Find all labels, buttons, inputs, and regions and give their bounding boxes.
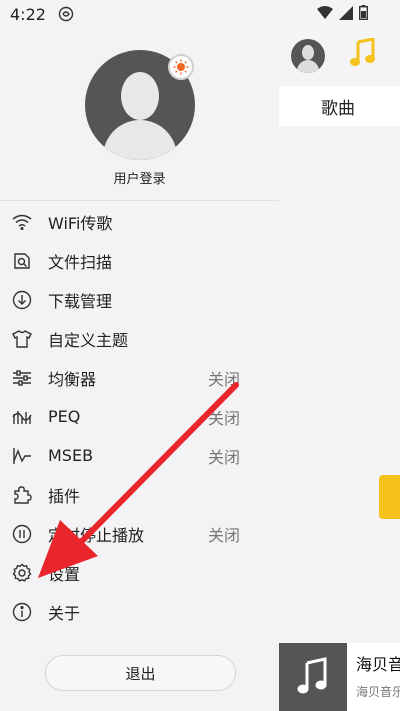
equalizer-status: 关闭 — [208, 369, 241, 389]
mini-player[interactable]: 海贝音 海贝音乐 — [279, 643, 400, 711]
status-indicators — [317, 5, 368, 20]
wifi-icon — [12, 212, 32, 232]
tshirt-icon — [12, 329, 32, 349]
menu-label: 关于 — [48, 603, 81, 623]
player-subtitle: 海贝音乐 — [356, 685, 400, 699]
tab-songs[interactable]: 歌曲 — [321, 94, 355, 119]
menu-item-download-manager[interactable]: 下载管理 — [0, 280, 279, 319]
menu-item-about[interactable]: 关于 — [0, 592, 279, 631]
header-avatar[interactable] — [291, 39, 325, 73]
file-scan-icon — [12, 251, 32, 271]
puzzle-icon — [12, 485, 32, 505]
menu-label: 定时停止播放 — [48, 525, 145, 545]
menu-label: 插件 — [48, 486, 81, 506]
sun-icon[interactable] — [168, 54, 194, 80]
side-handle[interactable] — [379, 475, 400, 519]
menu-label: PEQ — [48, 407, 81, 426]
login-label[interactable]: 用户登录 — [0, 168, 279, 187]
menu-item-wifi-transfer[interactable]: WiFi传歌 — [0, 202, 279, 241]
battery-icon — [359, 5, 368, 20]
main-content: 歌曲 海贝音 海贝音乐 — [279, 0, 400, 711]
wifi-signal-icon — [317, 5, 333, 19]
status-time: 4:22 — [10, 5, 46, 24]
music-note-icon — [297, 657, 327, 694]
menu-item-equalizer[interactable]: 均衡器 关闭 — [0, 358, 279, 397]
sleep-timer-status: 关闭 — [208, 525, 241, 545]
menu-item-peq[interactable]: PEQ 关闭 — [0, 397, 279, 436]
cell-signal-icon — [339, 5, 353, 20]
menu-item-settings[interactable]: 设置 — [0, 553, 279, 592]
peq-status: 关闭 — [208, 408, 241, 428]
peq-icon — [12, 407, 32, 427]
menu-label: 均衡器 — [48, 369, 97, 389]
menu-label: MSEB — [48, 446, 94, 465]
gear-icon — [12, 563, 32, 583]
logout-button[interactable]: 退出 — [45, 655, 236, 691]
navigation-drawer: 用户登录 WiFi传歌 文件扫描 下载管理 自定义主题 均衡器 关闭 PEQ 关… — [0, 0, 279, 711]
user-avatar[interactable] — [85, 50, 195, 160]
menu-item-sleep-timer[interactable]: 定时停止播放 关闭 — [0, 514, 279, 553]
mseb-status: 关闭 — [208, 447, 241, 467]
info-icon — [12, 602, 32, 622]
tab-bar: 歌曲 — [279, 86, 400, 126]
equalizer-icon — [12, 368, 32, 388]
menu-item-mseb[interactable]: MSEB 关闭 — [0, 436, 279, 475]
drawer-menu: WiFi传歌 文件扫描 下载管理 自定义主题 均衡器 关闭 PEQ 关闭 MSE… — [0, 202, 279, 631]
player-title: 海贝音 — [356, 655, 400, 674]
album-art[interactable] — [279, 643, 347, 711]
main-header — [279, 28, 400, 86]
menu-item-file-scan[interactable]: 文件扫描 — [0, 241, 279, 280]
divider — [0, 200, 279, 201]
timer-icon — [12, 524, 32, 544]
menu-label: WiFi传歌 — [48, 213, 113, 233]
sync-icon — [58, 6, 74, 26]
menu-item-custom-theme[interactable]: 自定义主题 — [0, 319, 279, 358]
menu-label: 下载管理 — [48, 291, 113, 311]
mseb-icon — [12, 446, 32, 466]
menu-item-plugins[interactable]: 插件 — [0, 475, 279, 514]
music-note-icon[interactable] — [349, 37, 377, 72]
status-bar: 4:22 — [0, 0, 400, 28]
menu-label: 自定义主题 — [48, 330, 129, 350]
download-icon — [12, 290, 32, 310]
menu-label: 文件扫描 — [48, 252, 113, 272]
menu-label: 设置 — [48, 564, 81, 584]
